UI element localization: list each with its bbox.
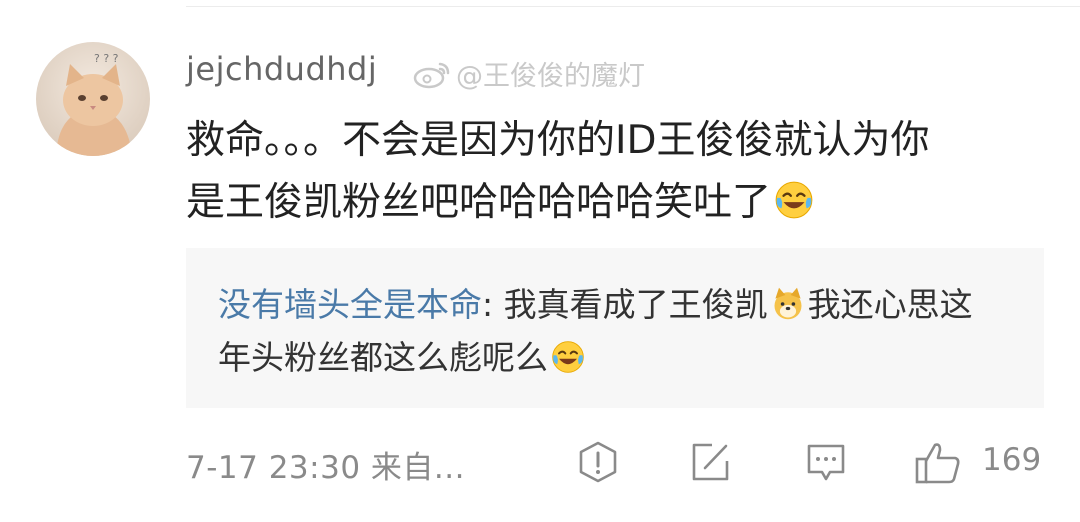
like-icon[interactable] xyxy=(914,440,962,486)
dog-emoji-icon xyxy=(774,287,802,320)
like-count: 169 xyxy=(982,442,1042,478)
share-icon[interactable] xyxy=(688,440,732,484)
cat-avatar-image: ? ? ? xyxy=(36,42,150,156)
watermark-text: @王俊俊的魔灯 xyxy=(456,61,645,92)
laugh-cry-emoji-icon xyxy=(775,181,813,219)
reply-text-part1: 我真看成了王俊凯 xyxy=(503,285,768,324)
laugh-cry-emoji-icon xyxy=(552,341,584,373)
comment-icon[interactable] xyxy=(804,440,848,484)
reply-box[interactable]: 没有墙头全是本命: 我真看成了王俊凯 我还心思这年头粉丝都这么彪呢么 xyxy=(186,248,1044,408)
reply-content: 没有墙头全是本命: 我真看成了王俊凯 我还心思这年头粉丝都这么彪呢么 xyxy=(218,278,978,384)
watermark: @王俊俊的魔灯 xyxy=(412,54,645,93)
comment-username[interactable]: jejchdudhdj xyxy=(186,50,377,88)
comment-footer: 7-17 23:30 来自... 169 xyxy=(186,440,1080,486)
reply-separator: : xyxy=(482,285,504,324)
avatar[interactable]: ? ? ? xyxy=(36,42,150,156)
comment-body: 救命。。。不会是因为你的ID王俊俊就认为你是王俊凯粉丝吧哈哈哈哈哈笑吐了 xyxy=(186,110,966,234)
top-divider xyxy=(186,6,1080,7)
report-icon[interactable] xyxy=(576,440,620,484)
comment-text: 救命。。。不会是因为你的ID王俊俊就认为你是王俊凯粉丝吧哈哈哈哈哈笑吐了 xyxy=(186,118,930,225)
weibo-logo-icon xyxy=(413,62,450,88)
timestamp: 7-17 23:30 来自... xyxy=(186,450,465,486)
svg-text:? ? ?: ? ? ? xyxy=(94,52,119,65)
reply-author[interactable]: 没有墙头全是本命 xyxy=(218,285,482,324)
